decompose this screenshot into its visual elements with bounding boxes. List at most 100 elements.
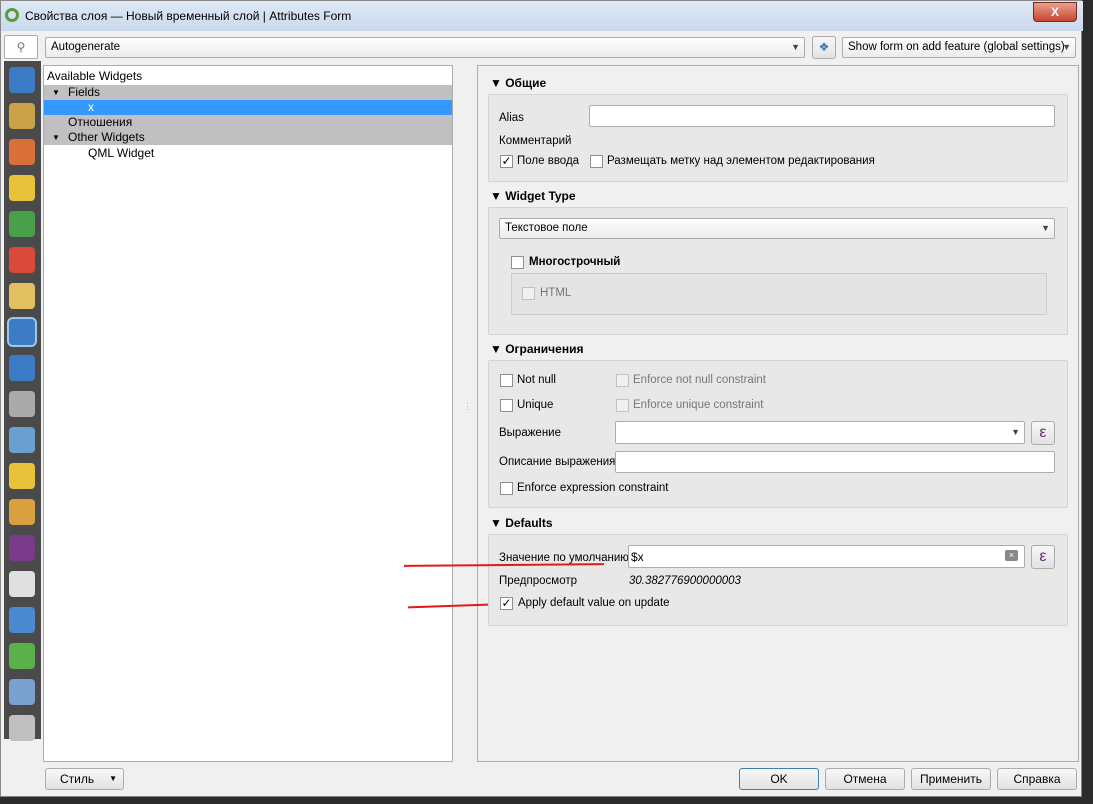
tree-item-qml-widget[interactable]: QML Widget: [44, 146, 452, 161]
chevron-down-icon: ▼: [791, 42, 800, 52]
default-value-label: Значение по умолчанию: [499, 552, 629, 564]
preview-value: 30.382776900000003: [629, 575, 741, 587]
tree-item-label: QML Widget: [88, 146, 155, 160]
html-label: HTML: [540, 287, 572, 299]
unique-checkbox[interactable]: [500, 399, 513, 412]
apply-button[interactable]: Применить: [911, 768, 991, 790]
enforce-expression-checkbox[interactable]: [500, 482, 513, 495]
enforce-not-null-label: Enforce not null constraint: [633, 374, 766, 386]
dependencies-icon[interactable]: [9, 607, 35, 633]
expression-builder-button[interactable]: ε: [1031, 421, 1055, 445]
display-icon[interactable]: [9, 463, 35, 489]
widget-type-select[interactable]: Текстовое поле ▼: [499, 218, 1055, 239]
field-config-panel: ▼ Общие Alias Комментарий ✓ Поле ввода Р…: [477, 65, 1079, 762]
tree-item-label: Отношения: [68, 115, 133, 129]
source-icon[interactable]: [9, 103, 35, 129]
tree-item-relations[interactable]: Отношения: [44, 115, 452, 130]
enforce-expression-label: Enforce expression constraint: [517, 482, 669, 494]
editable-checkbox[interactable]: ✓: [500, 155, 513, 168]
section-title: Defaults: [505, 516, 553, 530]
default-expression-button[interactable]: ε: [1031, 545, 1055, 569]
default-value: $x: [631, 550, 644, 564]
chevron-down-icon: ▼: [1062, 42, 1071, 52]
tree-item-other-widgets[interactable]: ▼ Other Widgets: [44, 130, 452, 145]
unique-label: Unique: [517, 399, 554, 411]
auxiliary-storage-icon[interactable]: [9, 391, 35, 417]
multiline-checkbox[interactable]: [511, 256, 524, 269]
alias-input[interactable]: [589, 105, 1055, 127]
chevron-down-icon: ▼: [1041, 223, 1050, 233]
not-null-checkbox[interactable]: [500, 374, 513, 387]
label-on-top-label: Размещать метку над элементом редактиров…: [607, 155, 875, 167]
symbology-icon[interactable]: [9, 139, 35, 165]
chevron-down-icon: ▼: [109, 774, 117, 783]
style-button[interactable]: Стиль ▼: [45, 768, 124, 790]
metadata-icon[interactable]: [9, 571, 35, 597]
description-input[interactable]: [615, 451, 1055, 473]
style-label: Стиль: [60, 772, 95, 786]
enforce-not-null-checkbox[interactable]: [616, 374, 629, 387]
tree-item-label: Other Widgets: [68, 130, 145, 144]
clear-icon[interactable]: ×: [1005, 550, 1018, 561]
expand-icon[interactable]: ▼: [52, 130, 60, 145]
digitizing-icon[interactable]: [9, 715, 35, 741]
default-value-input[interactable]: $x ×: [628, 545, 1025, 568]
help-button[interactable]: Справка: [997, 768, 1077, 790]
legend-icon[interactable]: [9, 643, 35, 669]
widget-type-section-header[interactable]: ▼ Widget Type: [490, 189, 576, 203]
general-section: Alias Комментарий ✓ Поле ввода Размещать…: [488, 94, 1068, 182]
labels-icon[interactable]: [9, 175, 35, 201]
apply-on-update-checkbox[interactable]: ✓: [500, 597, 513, 610]
expression-label: Выражение: [499, 427, 561, 439]
constraints-section-header[interactable]: ▼ Ограничения: [490, 342, 583, 356]
expression-input[interactable]: ▼: [615, 421, 1025, 444]
layout-mode-value: Autogenerate: [51, 41, 121, 53]
label-on-top-checkbox[interactable]: [590, 155, 603, 168]
diagrams-icon[interactable]: [9, 211, 35, 237]
cancel-button[interactable]: Отмена: [825, 768, 905, 790]
3d-view-icon[interactable]: [9, 247, 35, 273]
tree-header: Available Widgets: [47, 69, 143, 83]
qgis-server-icon[interactable]: [9, 679, 35, 705]
form-suppress-select[interactable]: Show form on add feature (global setting…: [842, 37, 1076, 58]
section-title: Общие: [505, 76, 547, 90]
preview-label: Предпросмотр: [499, 575, 577, 587]
actions-icon[interactable]: [9, 427, 35, 453]
enforce-unique-checkbox[interactable]: [616, 399, 629, 412]
splitter-handle[interactable]: ⋮: [463, 401, 472, 412]
tree-item-fields[interactable]: ▼ Fields: [44, 85, 452, 100]
expand-icon[interactable]: ▼: [52, 85, 60, 100]
widget-type-section: Текстовое поле ▼ Многострочный HTML: [488, 207, 1068, 335]
multiline-label: Многострочный: [529, 256, 621, 268]
variables-icon[interactable]: [9, 535, 35, 561]
alias-label: Alias: [499, 112, 524, 124]
enforce-unique-label: Enforce unique constraint: [633, 399, 764, 411]
defaults-section: Значение по умолчанию $x × ε Предпросмотр…: [488, 534, 1068, 626]
information-icon[interactable]: [9, 67, 35, 93]
search-icon[interactable]: ⚲: [4, 35, 38, 59]
tree-item-label: Fields: [68, 85, 101, 99]
constraints-section: Not null Enforce not null constraint Uni…: [488, 360, 1068, 508]
qgis-logo-icon: [5, 8, 19, 22]
multiline-options-group: HTML: [511, 273, 1047, 315]
available-widgets-tree[interactable]: Available Widgets ▼ Fields x Отношения ▼ O…: [43, 65, 453, 762]
layer-properties-window: Свойства слоя — Новый временный слой | A…: [0, 0, 1083, 797]
rendering-icon[interactable]: [9, 499, 35, 525]
fields-icon[interactable]: [9, 283, 35, 309]
python-init-button[interactable]: ❖: [812, 36, 836, 59]
defaults-section-header[interactable]: ▼ Defaults: [490, 516, 553, 530]
ok-button[interactable]: OK: [739, 768, 819, 790]
close-button[interactable]: X: [1033, 2, 1077, 22]
editable-label: Поле ввода: [517, 155, 580, 167]
section-title: Widget Type: [505, 189, 576, 203]
general-section-header[interactable]: ▼ Общие: [490, 76, 546, 90]
tree-item-field-x[interactable]: x: [44, 100, 452, 115]
chevron-down-icon[interactable]: ▼: [1011, 427, 1020, 437]
tree-item-label: x: [88, 100, 94, 114]
joins-icon[interactable]: [9, 355, 35, 381]
html-checkbox[interactable]: [522, 287, 535, 300]
attributes-form-icon[interactable]: [7, 317, 37, 347]
layout-mode-select[interactable]: Autogenerate ▼: [45, 37, 805, 58]
not-null-label: Not null: [517, 374, 556, 386]
window-title: Свойства слоя — Новый временный слой | A…: [25, 9, 352, 23]
